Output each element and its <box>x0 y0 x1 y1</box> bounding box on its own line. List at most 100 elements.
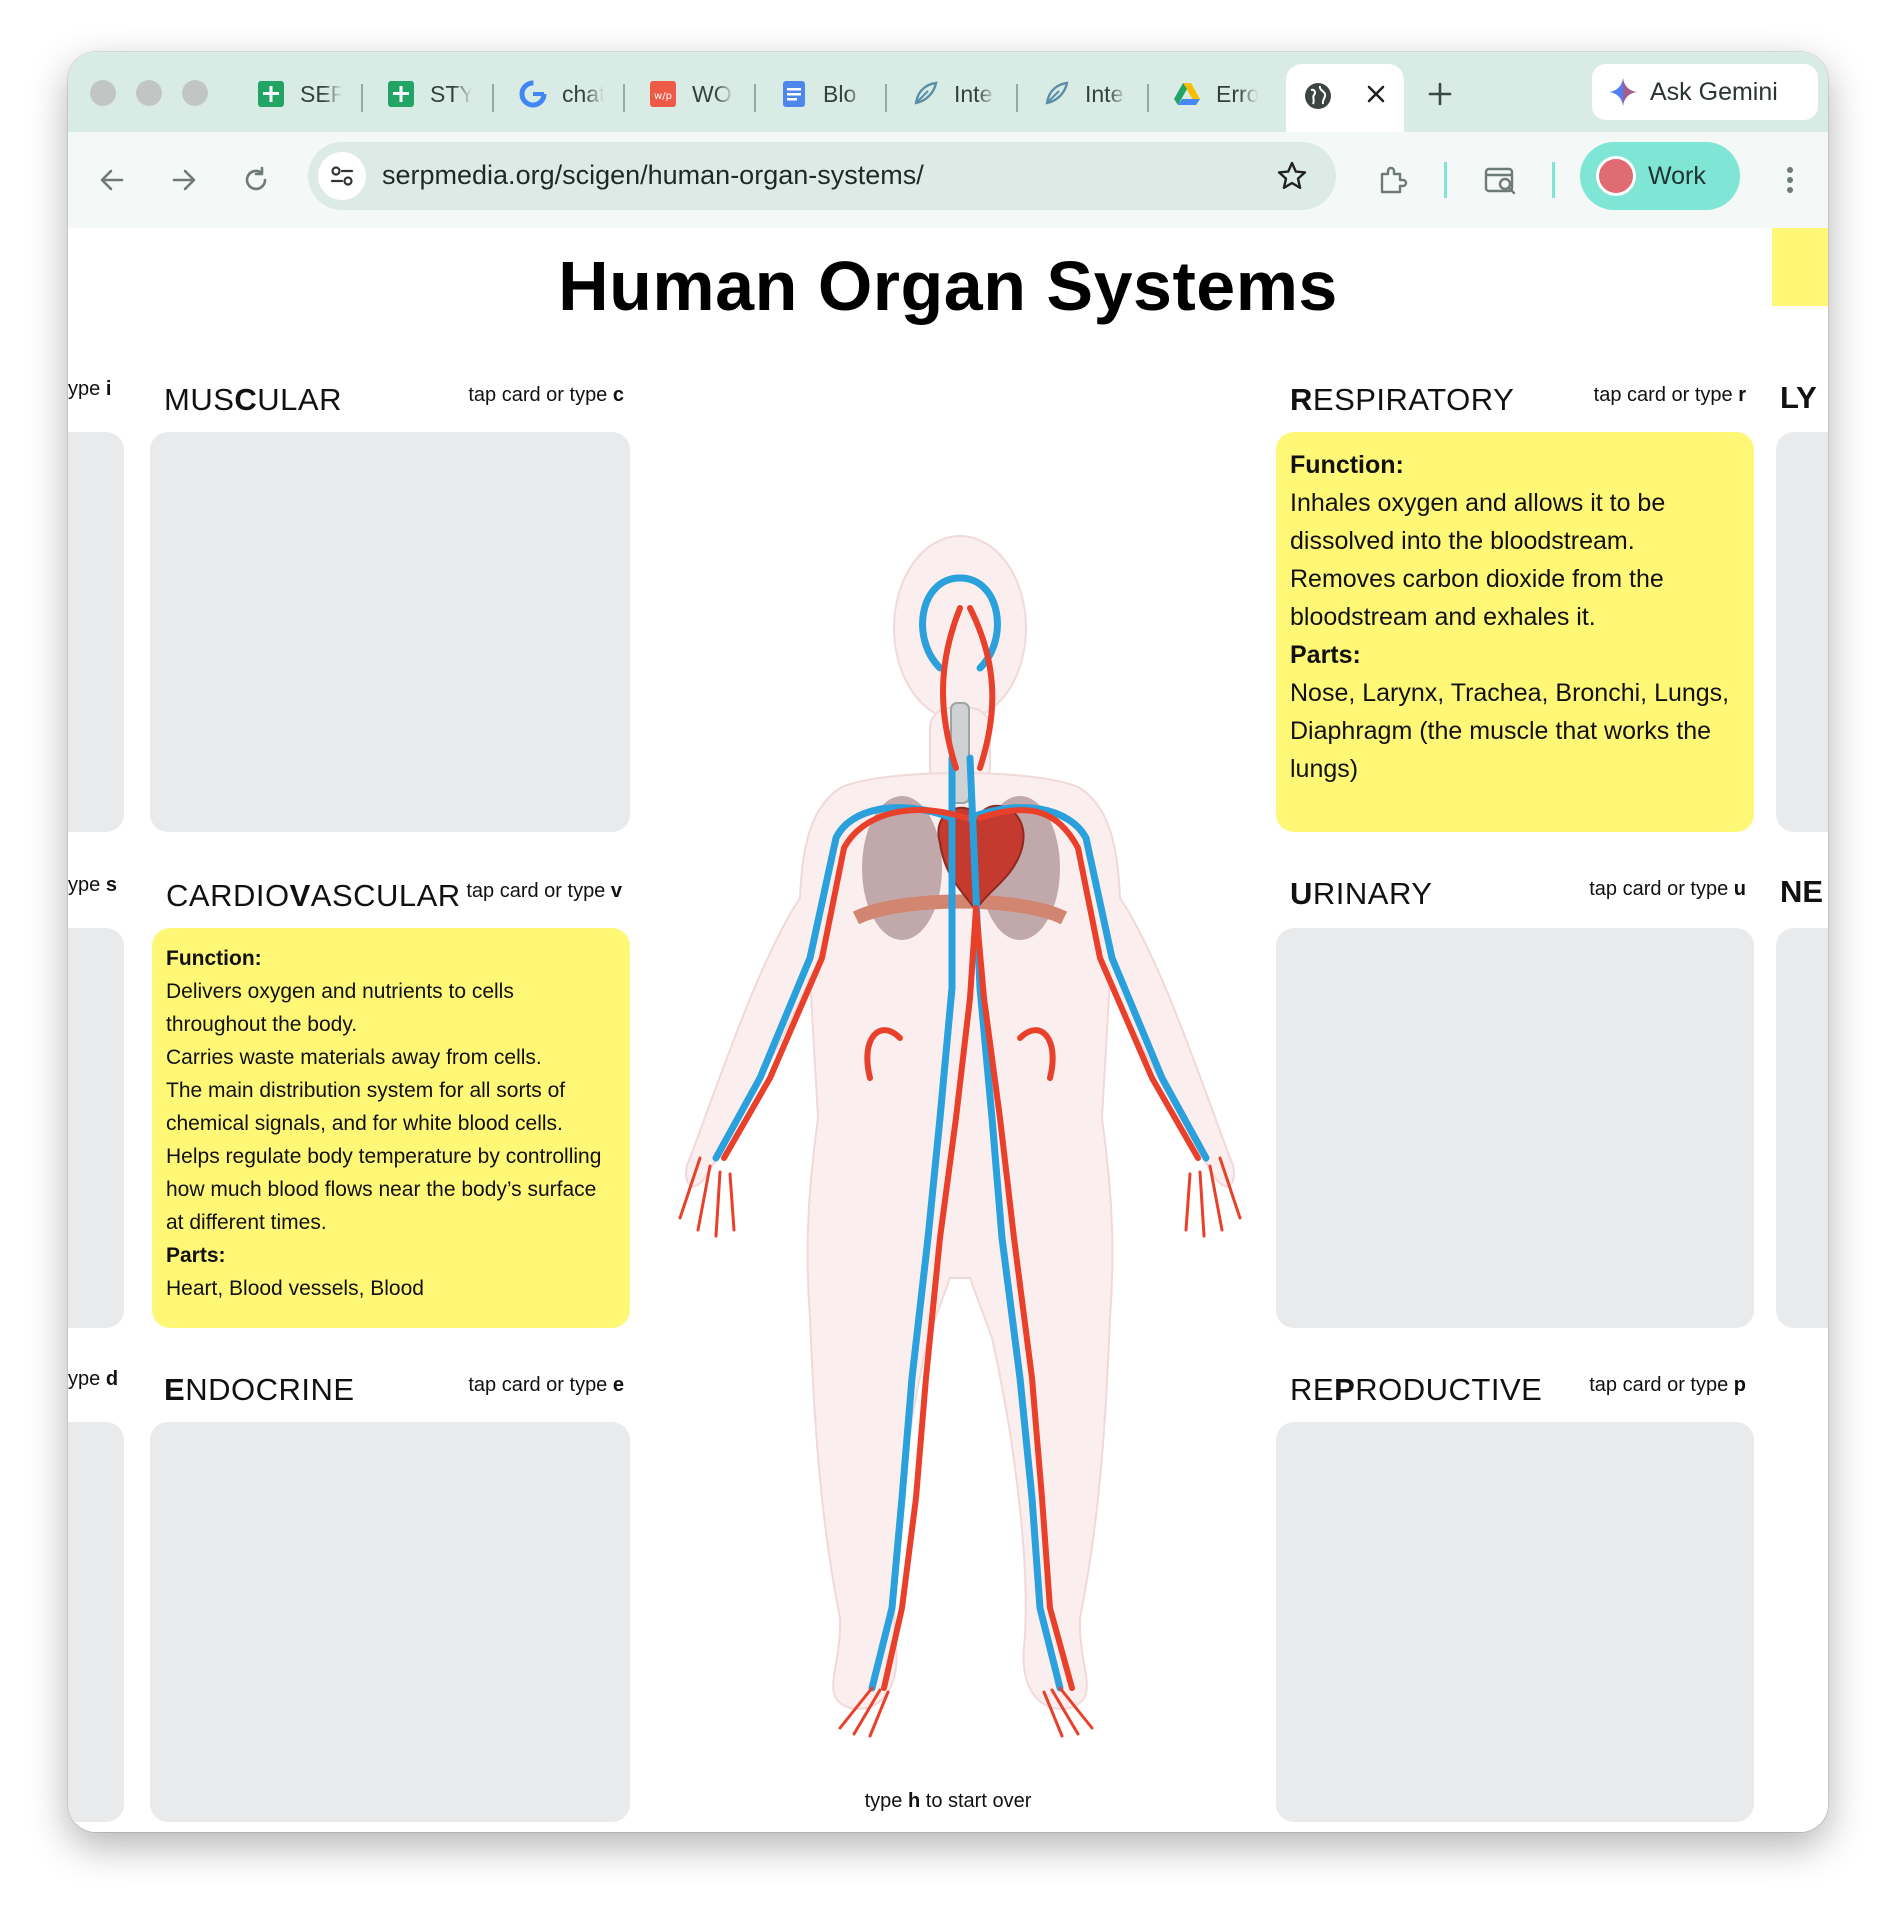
more-vertical-icon <box>1787 167 1793 193</box>
tab-inte-2[interactable]: Inte <box>1041 72 1127 116</box>
leaf-icon <box>910 79 940 109</box>
google-sheets-icon <box>256 79 286 109</box>
avatar <box>1596 156 1636 196</box>
google-docs-icon <box>779 79 809 109</box>
parts-list: Nose, Larynx, Trachea, Bronchi, Lungs, D… <box>1290 679 1730 783</box>
edge-hint: ype d <box>68 1368 119 1390</box>
tab-title: Inte <box>1085 80 1124 107</box>
cardiovascular-header: CARDIOVASCULAR tap card or type v <box>166 876 622 918</box>
minimize-window-button[interactable] <box>136 80 162 106</box>
tab-sty[interactable]: STY <box>386 72 472 116</box>
function-line: Helps regulate body temperature by contr… <box>166 1145 602 1234</box>
tab-separator <box>623 84 625 112</box>
globe-icon <box>1302 80 1334 112</box>
plus-icon <box>1428 82 1452 106</box>
card-title: ENDOCRINE <box>164 1372 355 1407</box>
tab-title: Inte <box>954 80 993 107</box>
toolbar-divider <box>1444 162 1447 198</box>
google-drive-icon <box>1172 79 1202 109</box>
tab-blo[interactable]: Blo <box>779 72 865 116</box>
browser-window: SERP STY chat w/p WO <box>68 52 1828 1832</box>
reload-button[interactable] <box>234 158 278 202</box>
address-bar[interactable]: serpmedia.org/scigen/human-organ-systems… <box>308 142 1336 210</box>
partial-card-left[interactable] <box>68 432 124 832</box>
card-title: MUSCULAR <box>164 382 342 417</box>
muscular-card[interactable] <box>150 432 630 832</box>
card-title: URINARY <box>1290 876 1433 911</box>
reproductive-card[interactable] <box>1276 1422 1754 1822</box>
parts-heading: Parts: <box>166 1244 226 1267</box>
google-sheets-icon <box>386 79 416 109</box>
tab-title: chat <box>562 80 604 107</box>
function-line: Inhales oxygen and allows it to be disso… <box>1290 489 1666 555</box>
close-tab-button[interactable] <box>1360 78 1392 110</box>
tab-title: WO <box>692 80 732 107</box>
profile-label: Work <box>1648 161 1706 190</box>
card-hint: tap card or type e <box>468 1374 624 1396</box>
active-tab[interactable] <box>1286 64 1404 140</box>
forward-button[interactable] <box>162 158 206 202</box>
profile-button[interactable]: Work <box>1580 142 1740 210</box>
ask-gemini-label: Ask Gemini <box>1650 77 1778 106</box>
function-line: The main distribution system for all sor… <box>166 1079 566 1135</box>
tab-inte-1[interactable]: Inte <box>910 72 996 116</box>
tab-separator <box>361 84 363 112</box>
function-heading: Function: <box>166 947 262 970</box>
tab-erro[interactable]: Erro <box>1172 72 1258 116</box>
function-heading: Function: <box>1290 451 1404 479</box>
partial-yellow-card[interactable] <box>1772 228 1828 306</box>
urinary-card[interactable] <box>1276 928 1754 1328</box>
tab-separator <box>1016 84 1018 112</box>
respiratory-card[interactable]: Function: Inhales oxygen and allows it t… <box>1276 432 1754 832</box>
tab-title: SERP <box>300 80 342 107</box>
endocrine-card[interactable] <box>150 1422 630 1822</box>
zoom-window-button[interactable] <box>182 80 208 106</box>
search-tabs-icon <box>1484 167 1516 195</box>
google-icon <box>518 79 548 109</box>
partial-card-right[interactable] <box>1776 928 1828 1328</box>
card-hint: tap card or type u <box>1589 878 1746 900</box>
browser-menu-button[interactable] <box>1768 158 1812 202</box>
tab-chat[interactable]: chat <box>518 72 604 116</box>
bookmark-star-icon[interactable] <box>1276 160 1308 192</box>
extensions-button[interactable] <box>1370 158 1414 202</box>
tab-title: Blo <box>823 80 857 107</box>
circulatory-system-illustration <box>678 535 1242 1738</box>
toolbar-divider <box>1552 162 1555 198</box>
arrow-right-icon <box>172 169 196 191</box>
tab-separator <box>492 84 494 112</box>
page-content: Human Organ Systems ype i ype s ype d LY… <box>68 228 1828 1832</box>
close-window-button[interactable] <box>90 80 116 106</box>
tab-wo[interactable]: w/p WO <box>648 72 734 116</box>
new-tab-button[interactable] <box>1420 74 1460 114</box>
muscular-header: MUSCULAR tap card or type c <box>164 380 624 422</box>
card-hint: tap card or type v <box>466 880 622 902</box>
urinary-header: URINARY tap card or type u <box>1290 874 1746 916</box>
endocrine-header: ENDOCRINE tap card or type e <box>164 1370 624 1412</box>
tab-strip: SERP STY chat w/p WO <box>68 52 1828 140</box>
card-body: Function: Delivers oxygen and nutrients … <box>166 942 618 1305</box>
tab-separator <box>885 84 887 112</box>
partial-card-right[interactable] <box>1776 432 1828 832</box>
tab-title: Erro <box>1216 80 1258 107</box>
site-settings-icon[interactable] <box>318 152 366 200</box>
function-line: Carries waste materials away from cells. <box>166 1046 542 1069</box>
cardiovascular-card[interactable]: Function: Delivers oxygen and nutrients … <box>152 928 630 1328</box>
parts-heading: Parts: <box>1290 641 1361 669</box>
url-text[interactable]: serpmedia.org/scigen/human-organ-systems… <box>382 160 924 191</box>
card-title: RESPIRATORY <box>1290 382 1515 417</box>
arrow-left-icon <box>100 169 124 191</box>
partial-card-left[interactable] <box>68 1422 124 1822</box>
back-button[interactable] <box>90 158 134 202</box>
reproductive-header: REPRODUCTIVE tap card or type p <box>1290 1370 1746 1412</box>
reload-icon <box>245 166 267 191</box>
partial-card-title: LY <box>1780 380 1817 415</box>
edge-hint: ype s <box>68 874 117 896</box>
partial-card-left[interactable] <box>68 928 124 1328</box>
ask-gemini-button[interactable]: Ask Gemini <box>1592 64 1818 120</box>
tab-search-button[interactable] <box>1478 158 1522 202</box>
start-over-hint: type h to start over <box>864 1790 1032 1812</box>
tab-serp[interactable]: SERP <box>256 72 342 116</box>
card-hint: tap card or type r <box>1593 384 1746 406</box>
parts-list: Heart, Blood vessels, Blood <box>166 1277 424 1300</box>
